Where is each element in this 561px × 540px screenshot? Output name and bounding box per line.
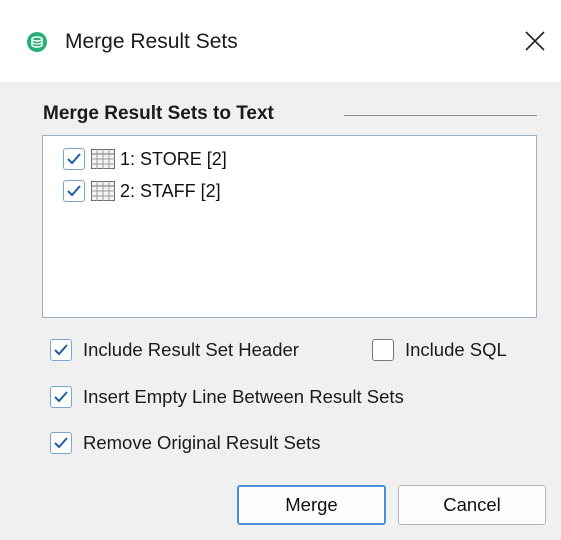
checkmark-icon [67, 185, 81, 197]
group-title: Merge Result Sets to Text [43, 103, 274, 124]
include-header-checkbox[interactable] [50, 339, 72, 361]
list-item[interactable]: 1: STORE [2] [63, 146, 227, 172]
table-grid-icon [91, 149, 115, 169]
group-divider [344, 115, 537, 116]
result-set-checkbox[interactable] [63, 180, 85, 202]
merge-button[interactable]: Merge [237, 485, 386, 525]
remove-original-label: Remove Original Result Sets [83, 432, 321, 453]
database-icon [27, 32, 47, 52]
remove-original-option[interactable]: Remove Original Result Sets [50, 429, 321, 457]
checkmark-icon [54, 437, 68, 449]
title-bar: Merge Result Sets [0, 0, 561, 82]
checkmark-icon [67, 153, 81, 165]
insert-empty-line-checkbox[interactable] [50, 386, 72, 408]
close-button[interactable] [520, 26, 550, 56]
merge-result-sets-dialog: Merge Result Sets Merge Result Sets to T… [0, 0, 561, 540]
close-icon [525, 31, 545, 51]
list-item[interactable]: 2: STAFF [2] [63, 178, 221, 204]
result-set-label: 2: STAFF [2] [120, 180, 221, 201]
result-sets-list[interactable]: 1: STORE [2] 2: STAFF [2] [42, 135, 537, 318]
include-header-label: Include Result Set Header [83, 339, 299, 360]
insert-empty-line-label: Insert Empty Line Between Result Sets [83, 386, 404, 407]
cancel-button[interactable]: Cancel [398, 485, 546, 525]
result-set-label: 1: STORE [2] [120, 148, 227, 169]
insert-empty-line-option[interactable]: Insert Empty Line Between Result Sets [50, 383, 404, 411]
checkmark-icon [54, 391, 68, 403]
remove-original-checkbox[interactable] [50, 432, 72, 454]
window-title: Merge Result Sets [65, 30, 238, 53]
table-grid-icon [91, 181, 115, 201]
include-header-option[interactable]: Include Result Set Header [50, 336, 299, 364]
checkmark-icon [54, 344, 68, 356]
include-sql-option[interactable]: Include SQL [372, 336, 507, 364]
result-set-checkbox[interactable] [63, 148, 85, 170]
include-sql-checkbox[interactable] [372, 339, 394, 361]
include-sql-label: Include SQL [405, 339, 507, 360]
